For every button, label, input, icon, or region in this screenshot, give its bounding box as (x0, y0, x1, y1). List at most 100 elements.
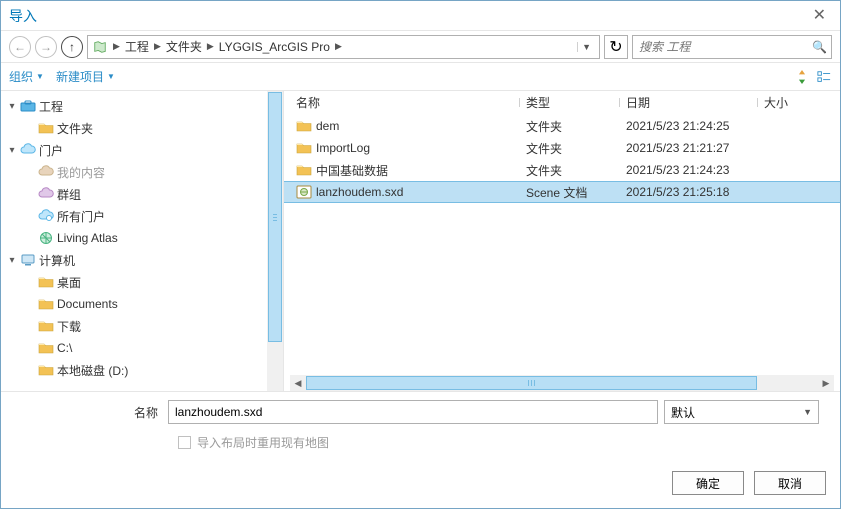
title-bar: 导入 ✕ (1, 1, 840, 31)
view-icon[interactable] (816, 69, 832, 85)
folder-icon (296, 118, 312, 134)
computer-icon (19, 252, 37, 268)
nav-row: ← → ↑ ▶ 工程 ▶ 文件夹 ▶ LYGGIS_ArcGIS Pro ▶ ▼… (1, 31, 840, 63)
tree-item[interactable]: ▸C:\ (1, 337, 283, 359)
crumb-0[interactable]: 工程 (123, 38, 151, 55)
expander-icon[interactable]: ▾ (5, 101, 19, 112)
folder-icon (37, 120, 55, 136)
folder-icon (37, 318, 55, 334)
crumb-2[interactable]: LYGGIS_ArcGIS Pro (217, 40, 332, 54)
checkbox-icon[interactable] (178, 436, 191, 449)
bottom-panel: 名称 默认 ▼ 导入布局时重用现有地图 确定 取消 (1, 391, 840, 503)
chevron-right-icon: ▶ (151, 41, 164, 52)
list-hscrollbar[interactable]: ◀ ▶ (290, 375, 834, 391)
atlas-icon (37, 230, 55, 246)
table-row[interactable]: dem文件夹2021/5/23 21:24:25 (284, 115, 840, 137)
tree-item-label: 桌面 (57, 274, 81, 291)
up-button[interactable]: ↑ (61, 36, 83, 58)
window-title: 导入 (9, 6, 37, 26)
list-header: 名称 类型 日期 大小 (284, 91, 840, 115)
ok-button[interactable]: 确定 (672, 471, 744, 495)
tree-item[interactable]: ▸Documents (1, 293, 283, 315)
tree-item-label: 文件夹 (57, 120, 93, 137)
chevron-down-icon: ▼ (803, 407, 812, 417)
folder-icon (296, 140, 312, 156)
folder-icon (37, 296, 55, 312)
reuse-map-checkbox-row[interactable]: 导入布局时重用现有地图 (13, 434, 828, 451)
expander-icon[interactable]: ▾ (5, 145, 19, 156)
tree-item[interactable]: ▸群组 (1, 183, 283, 205)
cell-name: lanzhoudem.sxd (290, 184, 520, 200)
col-header-date[interactable]: 日期 (620, 94, 758, 111)
chevron-down-icon: ▼ (36, 72, 44, 81)
reuse-map-label: 导入布局时重用现有地图 (197, 434, 329, 451)
list-pane: 名称 类型 日期 大小 dem文件夹2021/5/23 21:24:25Impo… (284, 91, 840, 391)
cell-type: 文件夹 (520, 162, 620, 179)
tree-item-label: 所有门户 (57, 208, 105, 225)
scene-icon (296, 184, 312, 200)
table-row[interactable]: lanzhoudem.sxdScene 文档2021/5/23 21:25:18 (284, 181, 840, 203)
main-pane: ▾ 工程 ▸文件夹▾门户▸我的内容▸群组▸所有门户▸Living Atlas▾计算机… (1, 91, 840, 391)
table-row[interactable]: ImportLog文件夹2021/5/23 21:21:27 (284, 137, 840, 159)
table-row[interactable]: 中国基础数据文件夹2021/5/23 21:24:23 (284, 159, 840, 181)
breadcrumb[interactable]: ▶ 工程 ▶ 文件夹 ▶ LYGGIS_ArcGIS Pro ▶ ▼ (87, 35, 600, 59)
tree-item[interactable]: ▸下载 (1, 315, 283, 337)
tree-item[interactable]: ▸本地磁盘 (D:) (1, 359, 283, 381)
refresh-button[interactable]: ↻ (604, 35, 628, 59)
col-header-type[interactable]: 类型 (520, 94, 620, 111)
crumb-1[interactable]: 文件夹 (164, 38, 204, 55)
scrollbar-thumb[interactable] (268, 92, 282, 342)
tree-item[interactable]: ▾门户 (1, 139, 283, 161)
tree-scrollbar[interactable] (267, 91, 283, 391)
close-icon[interactable]: ✕ (807, 6, 832, 26)
type-select[interactable]: 默认 ▼ (664, 400, 819, 424)
new-item-menu[interactable]: 新建项目 ▼ (56, 68, 115, 85)
tree-item[interactable]: ▸所有门户 (1, 205, 283, 227)
tree-item[interactable]: ▾计算机 (1, 249, 283, 271)
scroll-left-icon[interactable]: ◀ (290, 375, 306, 391)
sort-icon[interactable] (794, 69, 810, 85)
tree-item[interactable]: ▸文件夹 (1, 117, 283, 139)
cell-date: 2021/5/23 21:24:23 (620, 163, 758, 177)
name-input[interactable] (168, 400, 658, 424)
cell-type: 文件夹 (520, 118, 620, 135)
cell-date: 2021/5/23 21:25:18 (620, 185, 758, 199)
cancel-button[interactable]: 取消 (754, 471, 826, 495)
search-icon[interactable]: 🔍 (812, 40, 827, 54)
forward-button[interactable]: → (35, 36, 57, 58)
tree-item-label: Living Atlas (57, 231, 118, 245)
cell-name: 中国基础数据 (290, 162, 520, 179)
tree-item[interactable]: ▾ 工程 (1, 95, 283, 117)
cell-name: dem (290, 118, 520, 134)
tree-item-label: C:\ (57, 341, 72, 355)
col-header-size[interactable]: 大小 (758, 94, 840, 111)
tree-item[interactable]: ▸Living Atlas (1, 227, 283, 249)
expander-icon[interactable]: ▾ (5, 255, 19, 266)
scroll-right-icon[interactable]: ▶ (818, 375, 834, 391)
tree-item-label: 下载 (57, 318, 81, 335)
tree-item-label: 本地磁盘 (D:) (57, 362, 128, 379)
tree-item-label: 群组 (57, 186, 81, 203)
cell-type: 文件夹 (520, 140, 620, 157)
tree-item[interactable]: ▸我的内容 (1, 161, 283, 183)
tree-item-label: Documents (57, 297, 118, 311)
scrollbar-thumb[interactable] (306, 376, 757, 390)
chevron-down-icon: ▼ (107, 72, 115, 81)
tree-pane: ▾ 工程 ▸文件夹▾门户▸我的内容▸群组▸所有门户▸Living Atlas▾计算机… (1, 91, 283, 391)
tree-item-label: 工程 (39, 98, 63, 115)
chevron-down-icon[interactable]: ▼ (577, 42, 595, 52)
back-button[interactable]: ← (9, 36, 31, 58)
organize-menu[interactable]: 组织 ▼ (9, 68, 44, 85)
folder-icon (296, 162, 312, 178)
chevron-right-icon: ▶ (110, 41, 123, 52)
search-input[interactable] (637, 39, 812, 55)
cell-name: ImportLog (290, 140, 520, 156)
map-icon (92, 39, 108, 55)
folder-icon (37, 362, 55, 378)
type-select-value: 默认 (671, 404, 695, 421)
folder-icon (37, 274, 55, 290)
list-body: dem文件夹2021/5/23 21:24:25ImportLog文件夹2021… (284, 115, 840, 391)
col-header-name[interactable]: 名称 (290, 94, 520, 111)
tree-item[interactable]: ▸桌面 (1, 271, 283, 293)
search-box[interactable]: 🔍 (632, 35, 832, 59)
